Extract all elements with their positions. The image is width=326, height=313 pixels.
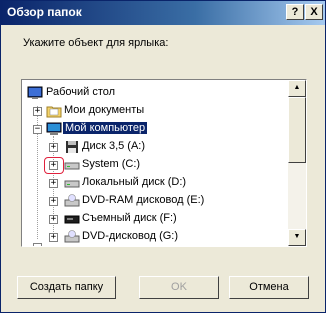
scroll-up-button[interactable]: ▲ (288, 80, 306, 97)
hard-drive-icon (64, 180, 80, 188)
browse-folder-dialog: Обзор папок ? X Укажите объект для ярлык… (0, 0, 326, 313)
expand-button[interactable]: + (33, 107, 42, 116)
tree-item-label: Мои документы (64, 104, 145, 116)
floppy-icon (66, 141, 78, 153)
tree-item-label: DVD-RAM дисковод (E:) (82, 194, 205, 206)
cancel-button[interactable]: Отмена (229, 276, 309, 299)
folder-tree[interactable]: Рабочий стол + Мои документы − Мой компь… (21, 79, 307, 247)
expand-button[interactable]: + (49, 197, 58, 206)
tree-item-removable-f[interactable]: + Съемный диск (F:) (22, 210, 288, 228)
close-button[interactable]: X (305, 4, 323, 20)
expand-button[interactable]: + (49, 233, 58, 242)
tree-item-label: Диск 3,5 (A:) (82, 140, 146, 152)
prompt-label: Укажите объект для ярлыка: (23, 37, 169, 49)
tree-item-label: Мой компьютер (63, 122, 148, 134)
tree-item-label: Съемный диск (F:) (82, 212, 177, 224)
vertical-scrollbar[interactable]: ▲ ▼ (288, 80, 306, 246)
folder-icon (46, 106, 62, 118)
dvd-drive-icon (64, 194, 80, 207)
tree-item-floppy-a[interactable]: + Диск 3,5 (A:) (22, 138, 288, 156)
scroll-down-button[interactable]: ▼ (288, 229, 306, 246)
tree-item-my-documents[interactable]: + Мои документы (22, 102, 288, 120)
tree-viewport: Рабочий стол + Мои документы − Мой компь… (22, 80, 288, 246)
desktop-icon (27, 86, 43, 99)
tree-item-label: Локальный диск (D:) (82, 176, 187, 188)
tree-item-partial (22, 242, 288, 246)
tree-item-local-d[interactable]: + Локальный диск (D:) (22, 174, 288, 192)
highlight-circle (44, 157, 64, 174)
tree-item-label: DVD-дисковод (G:) (82, 230, 179, 242)
collapse-button[interactable]: − (33, 125, 42, 134)
tree-item-my-computer[interactable]: − Мой компьютер (22, 120, 288, 138)
tree-item-label: Рабочий стол (46, 86, 116, 98)
removable-drive-icon (64, 215, 80, 224)
tree-item-label: System (C:) (82, 158, 141, 170)
hard-drive-icon (64, 162, 80, 170)
computer-icon (46, 122, 62, 135)
tree-item-dvd-ram-e[interactable]: + DVD-RAM дисковод (E:) (22, 192, 288, 210)
scroll-thumb[interactable] (288, 97, 306, 163)
help-button[interactable]: ? (286, 4, 304, 20)
new-folder-button[interactable]: Создать папку (17, 276, 116, 299)
ok-button[interactable]: OK (139, 276, 219, 299)
expand-button[interactable]: + (49, 215, 58, 224)
expand-button (33, 243, 42, 246)
dialog-title: Обзор папок (7, 5, 82, 19)
title-bar[interactable]: Обзор папок ? X (1, 1, 325, 25)
expand-button[interactable]: + (49, 143, 58, 152)
tree-item-desktop[interactable]: Рабочий стол (22, 84, 288, 102)
expand-button[interactable]: + (49, 179, 58, 188)
